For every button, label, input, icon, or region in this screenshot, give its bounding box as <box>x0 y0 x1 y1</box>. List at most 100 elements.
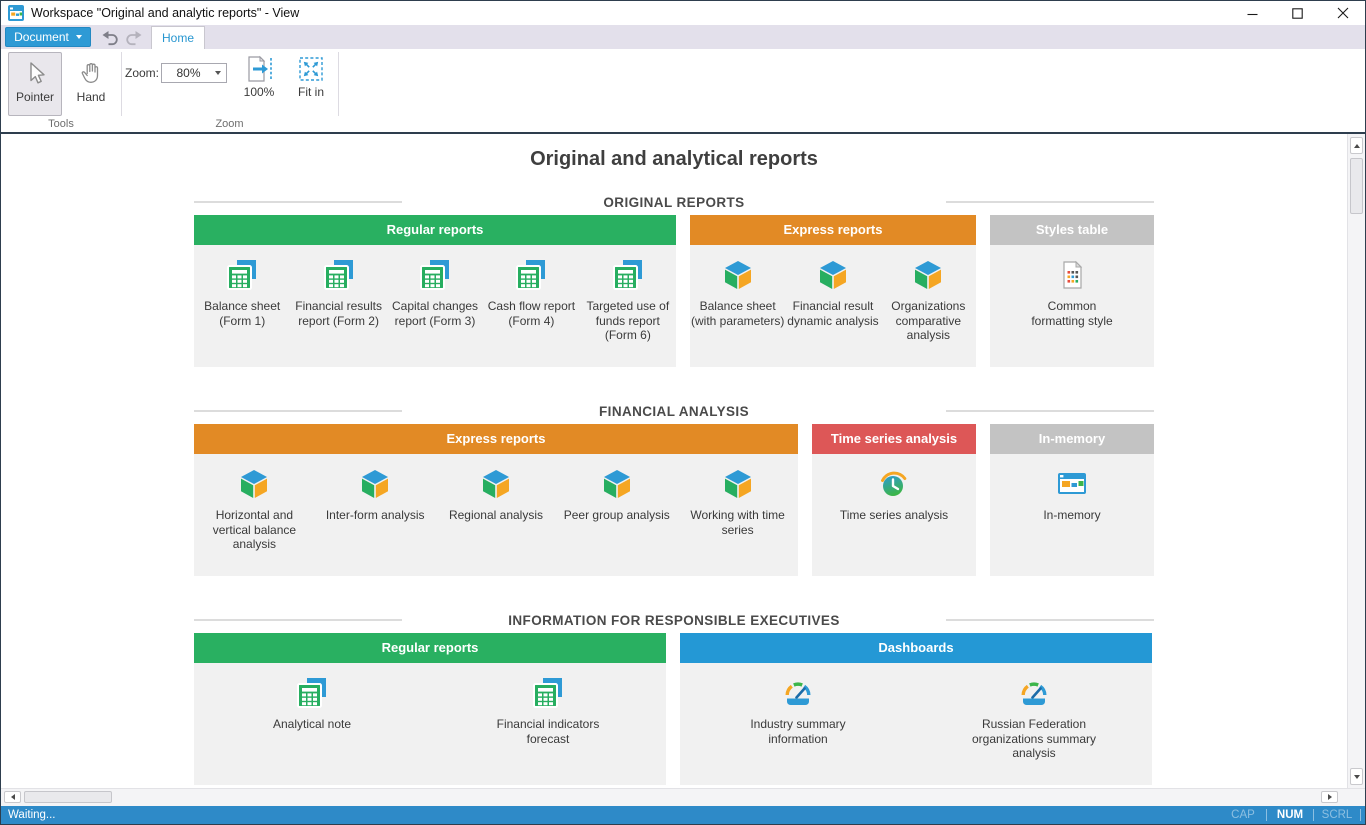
document-menu-label: Document <box>14 30 69 44</box>
status-bar: Waiting... CAPNUMSCRL <box>1 806 1365 824</box>
style-icon <box>1055 258 1089 292</box>
section-heading: FINANCIAL ANALYSIS <box>194 403 1154 419</box>
redo-button[interactable] <box>124 28 144 46</box>
cube-icon <box>816 258 850 292</box>
minimize-icon <box>1247 8 1258 19</box>
window-title: Workspace "Original and analytic reports… <box>31 6 299 20</box>
report-item[interactable]: Industry summary information <box>680 663 916 746</box>
card-body: Industry summary informationRussian Fede… <box>680 663 1152 785</box>
zoom-100-button[interactable]: 100% <box>239 55 279 99</box>
group-divider <box>121 52 122 116</box>
zoom-combobox[interactable]: 80% <box>161 63 227 83</box>
report-item[interactable]: Analytical note <box>194 663 430 732</box>
status-indicators: CAPNUMSCRL <box>1220 806 1365 824</box>
report-item-label: Financial indicators forecast <box>488 717 608 746</box>
ribbon-tab-row: Document Home <box>1 25 1365 49</box>
card-row: Express reportsHorizontal and vertical b… <box>194 424 1154 576</box>
ribbon: Pointer Hand Zoom: 80% <box>1 49 1365 134</box>
gauge-icon <box>781 676 815 710</box>
report-item[interactable]: Financial indicators forecast <box>430 663 666 746</box>
page-title: Original and analytical reports <box>194 146 1154 172</box>
report-item[interactable]: Horizontal and vertical balance analysis <box>194 454 315 552</box>
card-row: Regular reportsAnalytical noteFinancial … <box>194 633 1154 785</box>
report-item-label: Cash flow report (Form 4) <box>483 299 579 328</box>
report-item-label: Working with time series <box>682 508 794 537</box>
divider <box>946 410 1154 412</box>
divider <box>194 201 402 203</box>
report-item[interactable]: Balance sheet (Form 1) <box>194 245 290 328</box>
report-item[interactable]: Cash flow report (Form 4) <box>483 245 579 328</box>
cube-icon <box>721 258 755 292</box>
report-item-label: In-memory <box>1043 508 1100 523</box>
card-header: In-memory <box>990 424 1154 454</box>
report-item-label: Balance sheet (Form 1) <box>194 299 290 328</box>
report-item[interactable]: Time series analysis <box>812 454 976 523</box>
report-item[interactable]: Working with time series <box>677 454 798 537</box>
zoom-100-label: 100% <box>244 85 275 99</box>
report-item-label: Organizations comparative analysis <box>881 299 976 343</box>
report-icon <box>295 676 329 710</box>
report-card: DashboardsIndustry summary informationRu… <box>680 633 1152 785</box>
window-icon <box>1055 467 1089 501</box>
report-item[interactable]: Russian Federation organizations summary… <box>916 663 1152 761</box>
document-menu-button[interactable]: Document <box>5 27 91 47</box>
horizontal-scrollbar[interactable] <box>1 788 1365 806</box>
report-item-label: Analytical note <box>273 717 351 732</box>
scroll-down-button[interactable] <box>1350 768 1363 785</box>
report-item[interactable]: Organizations comparative analysis <box>881 245 976 343</box>
report-icon <box>514 258 548 292</box>
minimize-button[interactable] <box>1230 1 1275 25</box>
report-item[interactable]: Financial results report (Form 2) <box>290 245 386 328</box>
title-bar: Workspace "Original and analytic reports… <box>1 1 1365 25</box>
application-window: Workspace "Original and analytic reports… <box>0 0 1366 825</box>
report-item[interactable]: Common formatting style <box>990 245 1154 328</box>
scroll-right-button[interactable] <box>1321 791 1338 803</box>
card-header: Regular reports <box>194 215 676 245</box>
divider <box>194 410 402 412</box>
tab-home[interactable]: Home <box>151 26 205 49</box>
triangle-up-icon <box>1354 144 1360 148</box>
report-item-label: Targeted use of funds report (Form 6) <box>580 299 676 343</box>
card-header: Styles table <box>990 215 1154 245</box>
pointer-label: Pointer <box>16 90 54 104</box>
scroll-up-button[interactable] <box>1350 137 1363 154</box>
report-item-label: Inter-form analysis <box>326 508 425 523</box>
report-icon <box>611 258 645 292</box>
app-icon <box>8 5 24 21</box>
report-item[interactable]: Capital changes report (Form 3) <box>387 245 483 328</box>
report-item[interactable]: Inter-form analysis <box>315 454 436 523</box>
report-item[interactable]: Regional analysis <box>436 454 557 523</box>
report-item[interactable]: Financial result dynamic analysis <box>785 245 880 328</box>
section-heading: ORIGINAL REPORTS <box>194 194 1154 210</box>
report-card: In-memory In-memory <box>990 424 1154 576</box>
zoom-group-label: Zoom <box>121 118 338 130</box>
vertical-scroll-thumb[interactable] <box>1350 158 1363 214</box>
report-card: Express reportsBalance sheet (with param… <box>690 215 976 367</box>
report-item[interactable]: In-memory <box>990 454 1154 523</box>
report-card: Regular reportsAnalytical noteFinancial … <box>194 633 666 785</box>
report-item[interactable]: Peer group analysis <box>556 454 677 523</box>
status-indicator-scrl: SCRL <box>1314 809 1360 821</box>
zoom-value: 80% <box>162 66 215 80</box>
document-area: Original and analytical reports ORIGINAL… <box>1 134 1365 788</box>
fit-in-icon <box>297 55 325 83</box>
vertical-scrollbar[interactable] <box>1347 134 1365 788</box>
maximize-button[interactable] <box>1275 1 1320 25</box>
fit-in-button[interactable]: Fit in <box>291 55 331 99</box>
cube-icon <box>600 467 634 501</box>
undo-button[interactable] <box>100 28 120 46</box>
hand-tool-button[interactable]: Hand <box>64 52 118 116</box>
report-item[interactable]: Balance sheet (with parameters) <box>690 245 785 328</box>
group-divider <box>338 52 339 116</box>
card-header: Express reports <box>194 424 798 454</box>
zoom-100-icon <box>245 55 273 83</box>
horizontal-scroll-thumb[interactable] <box>24 791 112 803</box>
card-body: Balance sheet (Form 1)Financial results … <box>194 245 676 367</box>
report-item-label: Capital changes report (Form 3) <box>387 299 483 328</box>
report-item[interactable]: Targeted use of funds report (Form 6) <box>580 245 676 343</box>
pointer-tool-button[interactable]: Pointer <box>8 52 62 116</box>
chevron-down-icon <box>76 35 82 39</box>
close-button[interactable] <box>1320 1 1365 25</box>
report-card: Styles tableCommon formatting style <box>990 215 1154 367</box>
scroll-left-button[interactable] <box>4 791 21 803</box>
